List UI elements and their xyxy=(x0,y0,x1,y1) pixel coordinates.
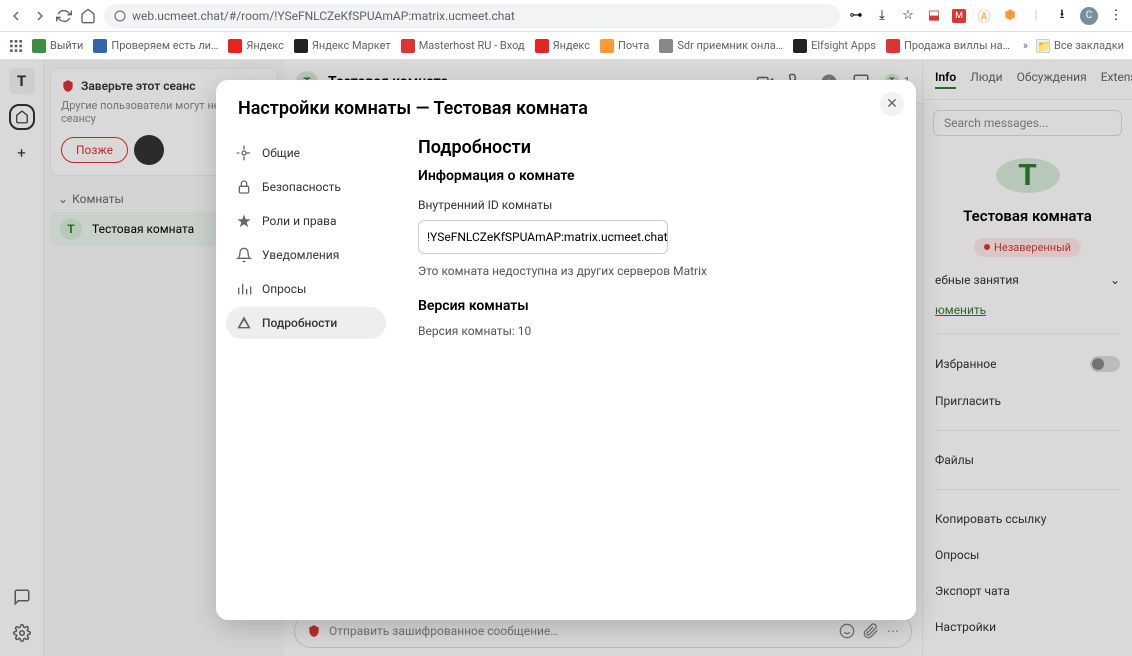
all-bookmarks[interactable]: 📁Все закладки xyxy=(1036,39,1124,53)
ext-icon-1[interactable]: ⬓ xyxy=(926,8,942,24)
refresh-icon[interactable] xyxy=(56,8,72,24)
bookmark-item[interactable]: Masterhost RU - Вход xyxy=(401,39,525,53)
nav-general[interactable]: Общие xyxy=(226,137,386,169)
forward-icon[interactable] xyxy=(32,8,48,24)
bookmark-item[interactable]: Elfsight Apps xyxy=(793,39,876,53)
browser-toolbar: web.ucmeet.chat/#/room/!YSeFNLCZeKfSPUAm… xyxy=(0,0,1132,32)
install-icon[interactable]: ⤓ xyxy=(874,8,890,24)
site-info-icon[interactable] xyxy=(114,10,126,22)
key-icon[interactable]: ⊶ xyxy=(848,8,864,24)
modal-content: Подробности Информация о комнате Внутрен… xyxy=(396,137,916,620)
modal-overlay[interactable]: ✕ Настройки комнаты — Тестовая комната О… xyxy=(0,60,1132,656)
url-bar[interactable]: web.ucmeet.chat/#/room/!YSeFNLCZeKfSPUAm… xyxy=(104,4,840,28)
ext-icon-2[interactable]: M xyxy=(952,9,966,23)
room-id-value: !YSeFNLCZeKfSPUAmAP:matrix.ucmeet.chat xyxy=(427,230,668,244)
nav-polls[interactable]: Опросы xyxy=(226,273,386,305)
modal-title: Настройки комнаты — Тестовая комната xyxy=(216,80,916,137)
nav-details[interactable]: Подробности xyxy=(226,307,386,339)
nav-roles[interactable]: Роли и права xyxy=(226,205,386,237)
nav-notifications[interactable]: Уведомления xyxy=(226,239,386,271)
bookmarks-bar: Выйти Проверяем есть ли… Яндекс Яндекс Марк… xyxy=(0,32,1132,60)
bookmark-item[interactable]: Яндекс Маркет xyxy=(294,39,391,53)
star-icon[interactable]: ☆ xyxy=(900,8,916,24)
bookmark-item[interactable]: Sdr приемник онла… xyxy=(659,39,783,53)
download-icon[interactable]: ⭳ xyxy=(1054,8,1070,24)
apps-icon[interactable] xyxy=(8,38,24,54)
divider: | xyxy=(1028,8,1044,24)
menu-icon[interactable]: ⋮ xyxy=(1108,8,1124,24)
url-text: web.ucmeet.chat/#/room/!YSeFNLCZeKfSPUAm… xyxy=(132,9,515,23)
version-heading: Версия комнаты xyxy=(418,298,894,314)
close-icon[interactable]: ✕ xyxy=(880,92,904,116)
home-icon[interactable] xyxy=(80,8,96,24)
ext-icon-3[interactable]: Ⓐ xyxy=(976,8,992,24)
bookmark-item[interactable]: Почта xyxy=(600,39,649,53)
more-bookmarks[interactable]: » xyxy=(1023,39,1028,52)
nav-security[interactable]: Безопасность xyxy=(226,171,386,203)
bookmark-item[interactable]: Проверяем есть ли… xyxy=(93,39,218,53)
bookmark-item[interactable]: Выйти xyxy=(32,39,83,53)
room-note: Это комната недоступна из других серверо… xyxy=(418,264,894,278)
room-settings-modal: ✕ Настройки комнаты — Тестовая комната О… xyxy=(216,80,916,620)
ext-icon-4[interactable]: ⬢ xyxy=(1002,8,1018,24)
details-heading: Подробности xyxy=(418,137,894,158)
room-id-label: Внутренний ID комнаты xyxy=(418,198,894,212)
bookmark-item[interactable]: Продажа виллы на… xyxy=(886,39,1010,53)
bookmark-item[interactable]: Яндекс xyxy=(535,39,590,53)
room-id-field[interactable]: !YSeFNLCZeKfSPUAmAP:matrix.ucmeet.chat xyxy=(418,220,668,254)
bookmark-item[interactable]: Яндекс xyxy=(228,39,283,53)
back-icon[interactable] xyxy=(8,8,24,24)
version-value: Версия комнаты: 10 xyxy=(418,324,894,338)
profile-avatar[interactable]: C xyxy=(1080,7,1098,25)
modal-nav: Общие Безопасность Роли и права Уведомле… xyxy=(216,137,396,620)
room-info-heading: Информация о комнате xyxy=(418,168,894,184)
